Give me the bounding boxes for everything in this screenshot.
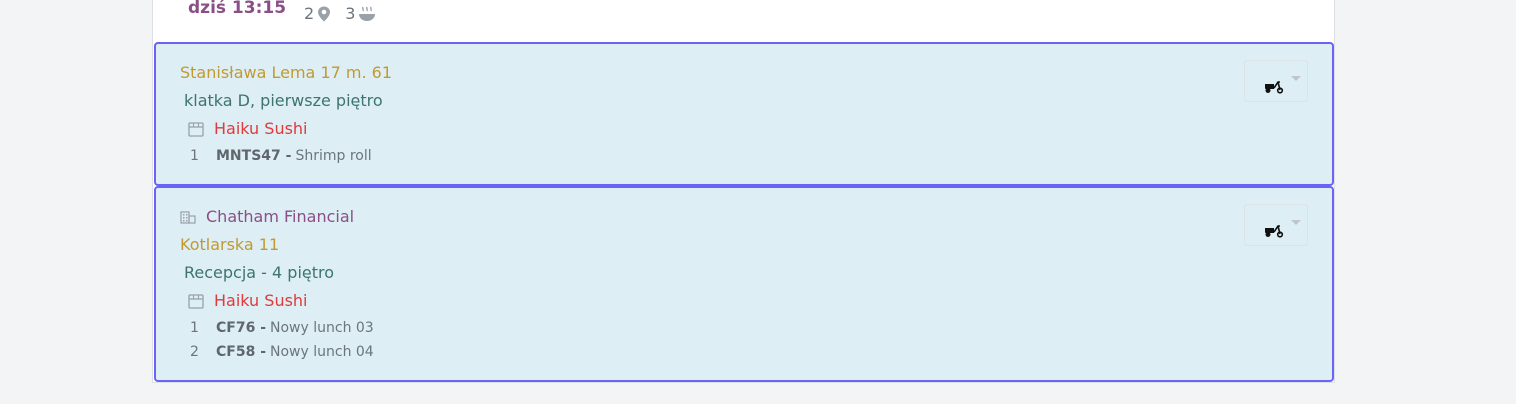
order-qty: 1 [190,148,199,164]
stops-count: 2 [304,4,331,23]
delivery-card[interactable]: Stanisława Lema 17 m. 61 klatka D, pierw… [154,42,1334,186]
delivery-note: Recepcja - 4 piętro [184,263,335,282]
delivery-card[interactable]: Chatham Financial Kotlarska 11 Recepcja … [154,186,1334,382]
route-header: dziś 13:15 2 3 [188,0,390,28]
restaurant-name: Haiku Sushi [214,291,308,310]
company-row: Chatham Financial [180,207,354,227]
order-code: CF76 - [216,320,267,336]
route-time: dziś 13:15 [188,0,287,18]
delivery-address: Stanisława Lema 17 m. 61 [180,63,392,82]
order-item: 1 MNTS47 - Shrimp roll [190,146,372,166]
route-meta: 2 3 [304,4,390,23]
store-icon [188,121,204,137]
delivery-note: klatka D, pierwsze piętro [184,91,383,110]
restaurant-name-row: Haiku Sushi [188,291,308,311]
chevron-down-icon [1291,220,1301,225]
courier-dropdown[interactable] [1244,204,1308,246]
company-name: Chatham Financial [206,207,355,226]
delivery-address: Kotlarska 11 [180,235,280,254]
dishes-count: 3 [345,4,376,23]
store-icon [188,293,204,309]
map-pin-icon [318,6,331,21]
stops-count-value: 2 [304,4,315,23]
building-icon [180,211,196,224]
courier-dropdown[interactable] [1244,60,1308,102]
order-name: Nowy lunch 04 [270,344,374,360]
restaurant-name: Haiku Sushi [214,119,308,138]
order-qty: 1 [190,320,199,336]
order-name: Shrimp roll [295,148,372,164]
scooter-icon [1265,225,1284,238]
chevron-down-icon [1291,76,1301,81]
order-item: 1 CF76 - Nowy lunch 03 [190,318,374,338]
order-item: 2 CF58 - Nowy lunch 04 [190,342,374,362]
order-name: Nowy lunch 03 [270,320,374,336]
dish-icon [359,6,376,21]
order-code: CF58 - [216,344,267,360]
dishes-count-value: 3 [345,4,356,23]
scooter-icon [1265,81,1284,94]
order-code: MNTS47 - [216,148,292,164]
restaurant-name-row: Haiku Sushi [188,119,308,139]
order-qty: 2 [190,344,199,360]
